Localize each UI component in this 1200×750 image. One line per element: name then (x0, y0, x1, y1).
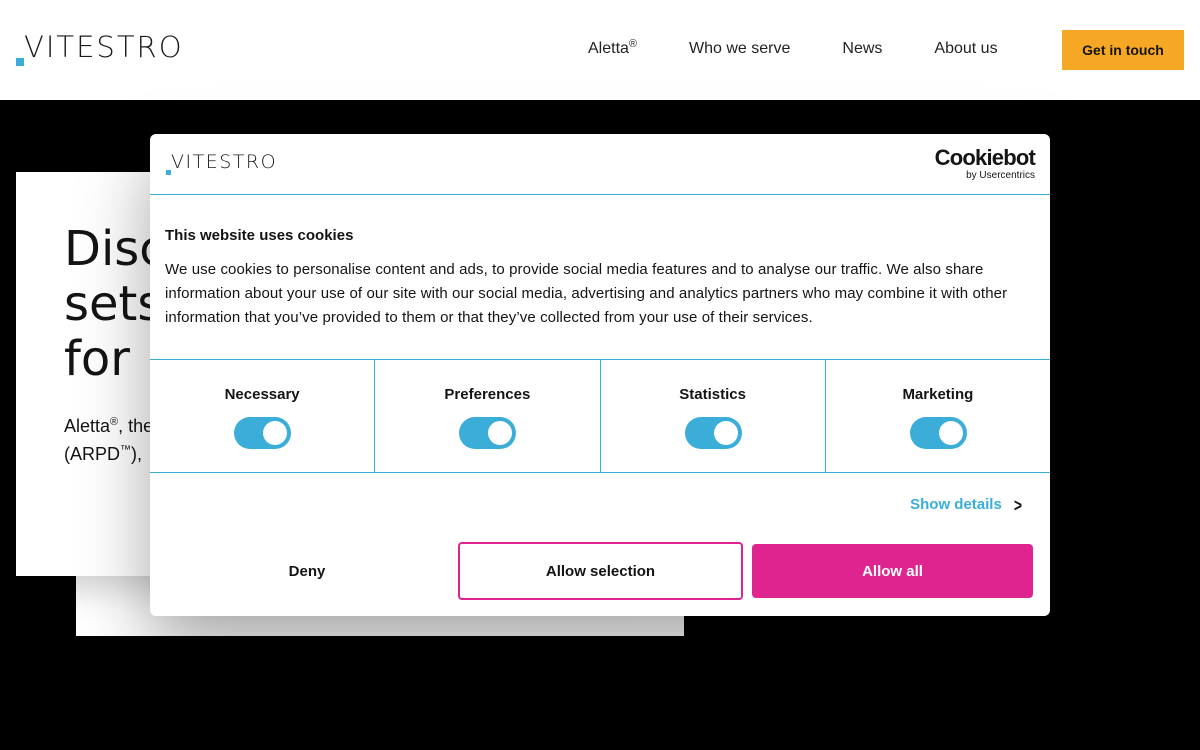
cookie-dialog-title: This website uses cookies (165, 227, 354, 244)
chevron-right-icon: > (1013, 494, 1022, 515)
vitestro-logo[interactable]: VITESTRO (16, 30, 196, 70)
registered-mark: ® (628, 38, 638, 50)
hero-text-part: , the (118, 416, 154, 436)
nav-aletta-label: Aletta (588, 40, 629, 57)
cookie-consent-dialog: VITESTRO Cookiebot by Usercentrics This … (150, 134, 1050, 616)
logo-text: VITESTRO (171, 151, 278, 173)
category-preferences: Preferences (375, 360, 601, 472)
nav-item-who-we-serve[interactable]: Who we serve (689, 38, 790, 60)
nav-item-aletta[interactable]: Aletta® (588, 38, 637, 60)
hero-title-line: sets (64, 276, 163, 332)
category-label: Necessary (224, 386, 300, 403)
main-nav: Aletta® Who we serve News About us (588, 38, 998, 60)
category-necessary: Necessary (150, 360, 376, 472)
registered-mark: ® (110, 416, 119, 428)
statistics-toggle[interactable] (684, 417, 742, 449)
category-label: Marketing (902, 386, 974, 403)
cookiebot-logo[interactable]: Cookiebot by Usercentrics (934, 145, 1036, 182)
cookie-dialog-header: VITESTRO Cookiebot by Usercentrics (150, 134, 1050, 195)
category-label: Statistics (679, 386, 746, 403)
hero-text-part: Aletta (64, 416, 111, 436)
category-marketing: Marketing (826, 360, 1050, 472)
cookie-categories: Necessary Preferences Statistics Marketi… (150, 359, 1050, 473)
preferences-toggle[interactable] (459, 417, 517, 449)
get-in-touch-button[interactable]: Get in touch (1062, 30, 1184, 70)
logo-square-icon (16, 58, 24, 66)
cookiebot-wordmark: Cookiebot (934, 145, 1036, 170)
allow-selection-button[interactable]: Allow selection (458, 542, 743, 600)
marketing-toggle[interactable] (909, 417, 967, 449)
toggle-knob (488, 421, 513, 445)
cookie-dialog-logo: VITESTRO (166, 151, 296, 177)
hero-text-part: (ARPD (64, 444, 121, 464)
site-header: VITESTRO Aletta® Who we serve News About… (0, 0, 1200, 100)
cookie-dialog-body: This website uses cookies We use cookies… (165, 226, 1035, 330)
trademark-mark: ™ (120, 444, 132, 456)
category-label: Preferences (444, 386, 531, 403)
toggle-knob (938, 421, 963, 445)
show-details-label: Show details (910, 496, 1002, 513)
cookiebot-subtitle: by Usercentrics (966, 170, 1035, 181)
deny-button[interactable]: Deny (166, 544, 448, 598)
category-statistics: Statistics (601, 360, 826, 472)
allow-all-button[interactable]: Allow all (752, 544, 1033, 598)
logo-text: VITESTRO (24, 30, 184, 64)
cookie-dialog-text: We use cookies to personalise content an… (165, 261, 1008, 326)
hero-title-line: for (64, 331, 130, 387)
toggle-knob (263, 421, 288, 445)
toggle-knob (713, 421, 738, 445)
necessary-toggle[interactable] (234, 417, 292, 449)
nav-item-news[interactable]: News (842, 38, 882, 60)
show-details-link[interactable]: Show details > (910, 494, 1022, 515)
hero-text-part: ), (131, 444, 143, 464)
nav-item-about-us[interactable]: About us (934, 38, 997, 60)
